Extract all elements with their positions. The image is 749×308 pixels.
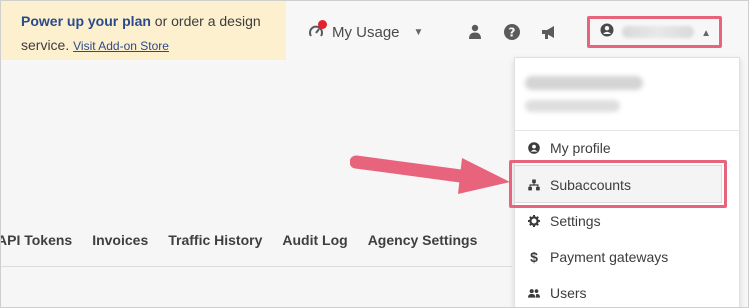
- account-menu-button[interactable]: ▲: [587, 16, 722, 48]
- tab-agency-settings[interactable]: Agency Settings: [368, 232, 478, 254]
- menu-item-settings[interactable]: Settings: [528, 211, 601, 231]
- dropdown-divider: [515, 130, 741, 131]
- pointer-arrow: [350, 155, 510, 194]
- gear-icon: [528, 215, 540, 227]
- help-icon[interactable]: ?: [503, 23, 521, 41]
- nav-divider: [0, 266, 512, 267]
- users-icon[interactable]: [466, 23, 484, 41]
- menu-item-payment-gateways[interactable]: $ Payment gateways: [528, 247, 668, 267]
- users-icon: [528, 287, 540, 299]
- my-usage-menu[interactable]: My Usage ▼: [308, 20, 424, 43]
- promo-bold-text: Power up your plan: [21, 13, 151, 29]
- svg-text:?: ?: [509, 26, 516, 40]
- dollar-icon: $: [530, 249, 538, 265]
- menu-item-my-profile[interactable]: My profile: [528, 138, 611, 158]
- promo-banner: Power up your plan or order a design ser…: [0, 0, 286, 60]
- menu-item-label: Subaccounts: [550, 177, 631, 193]
- usage-icon: [308, 20, 327, 40]
- menu-item-users[interactable]: Users: [528, 283, 587, 303]
- top-header: Power up your plan or order a design ser…: [0, 0, 749, 62]
- menu-item-label: Payment gateways: [550, 249, 669, 265]
- account-name-redacted: [622, 26, 694, 38]
- tab-audit-log[interactable]: Audit Log: [282, 232, 347, 254]
- account-icon: [600, 23, 614, 42]
- hierarchy-icon: [528, 179, 540, 191]
- menu-item-label: Users: [550, 285, 587, 301]
- user-circle-icon: [528, 142, 540, 154]
- account-info-redacted: [525, 72, 655, 112]
- chevron-down-icon: ▼: [413, 26, 424, 38]
- tab-api-tokens[interactable]: API Tokens: [0, 232, 72, 254]
- secondary-nav: API Tokens Invoices Traffic History Audi…: [0, 232, 477, 254]
- tab-traffic-history[interactable]: Traffic History: [168, 232, 262, 254]
- menu-item-label: My profile: [550, 140, 611, 156]
- tab-invoices[interactable]: Invoices: [92, 232, 148, 254]
- notification-dot: [318, 20, 327, 29]
- chevron-up-icon: ▲: [701, 28, 711, 39]
- menu-item-label: Settings: [550, 213, 601, 229]
- megaphone-icon[interactable]: [540, 23, 558, 41]
- menu-item-subaccounts[interactable]: Subaccounts: [528, 175, 631, 195]
- visit-addon-store-link[interactable]: Visit Add-on Store: [73, 39, 169, 53]
- my-usage-label: My Usage: [332, 23, 400, 41]
